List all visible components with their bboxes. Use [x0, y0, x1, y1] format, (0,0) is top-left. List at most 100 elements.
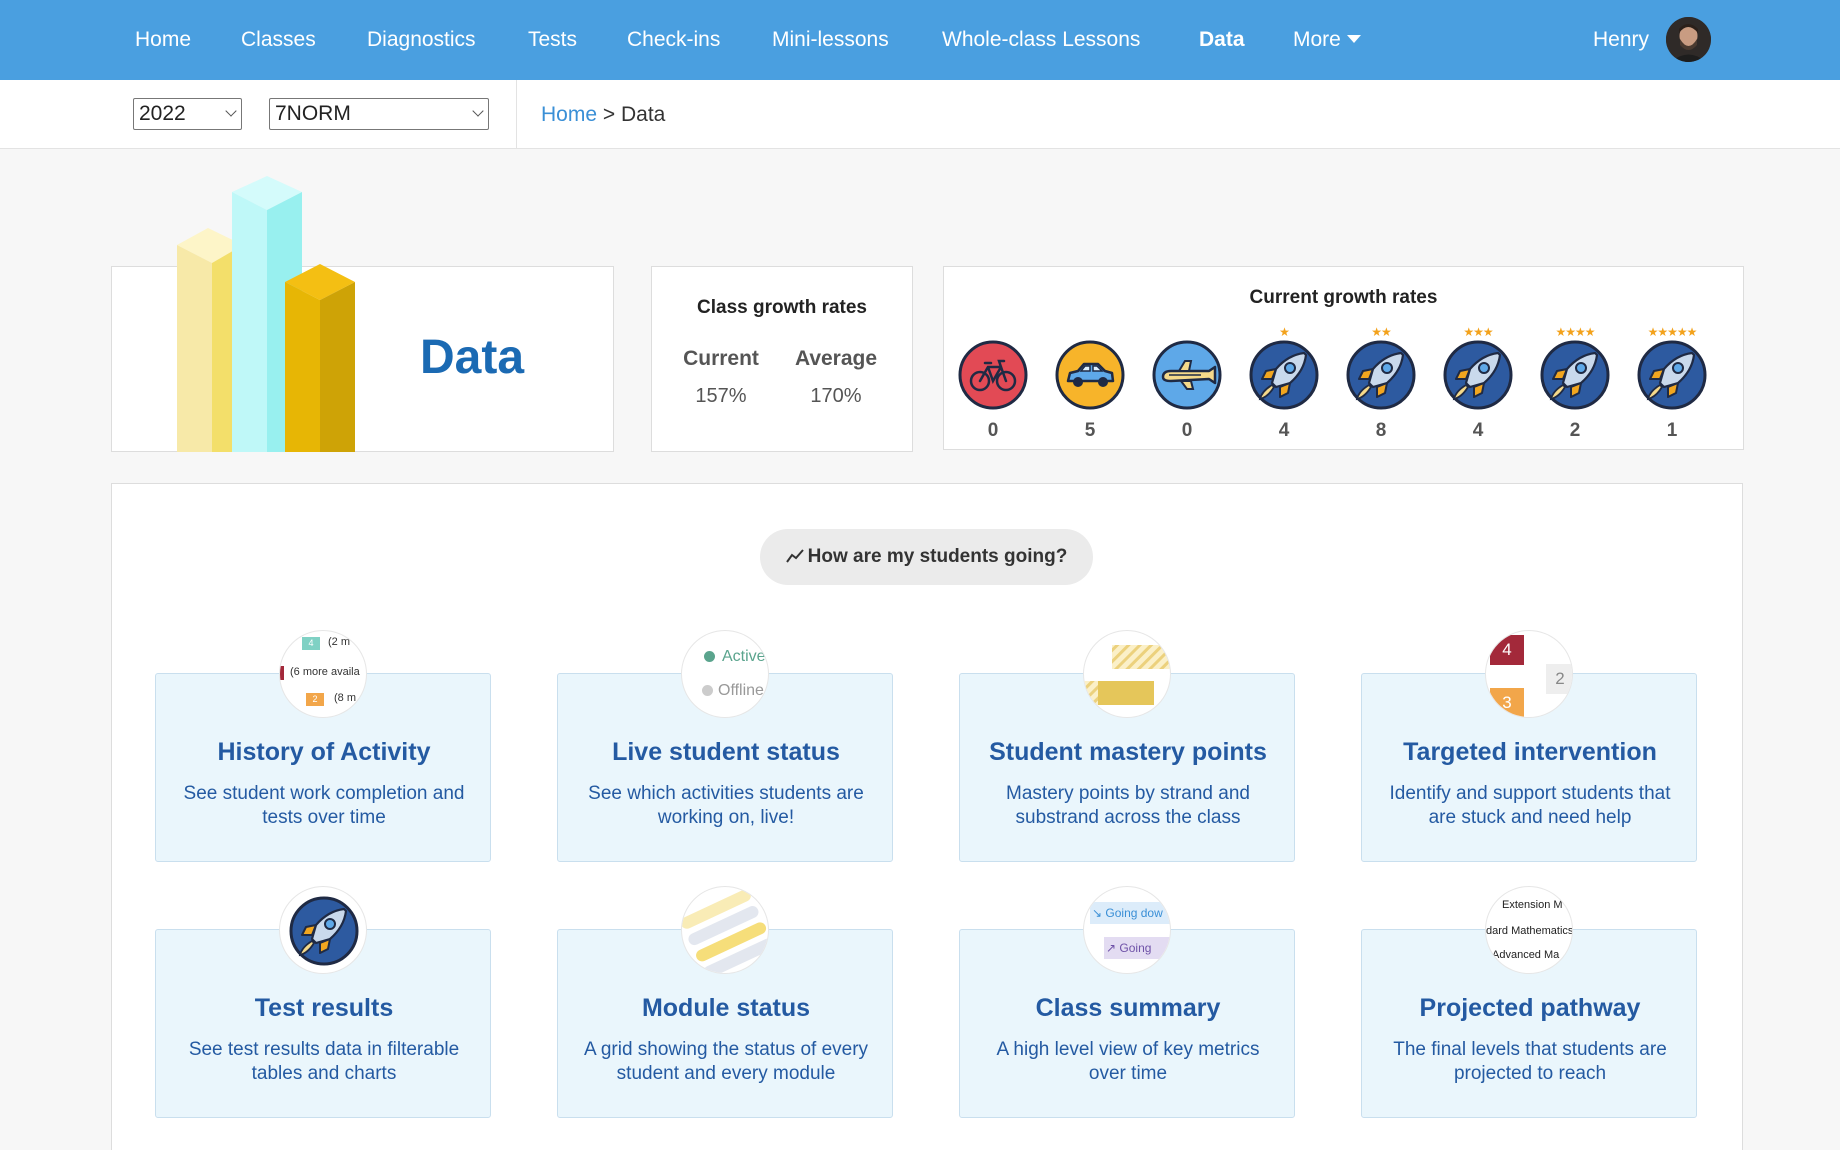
- nav-more[interactable]: More: [1293, 0, 1361, 80]
- car-icon: [1055, 340, 1125, 410]
- rocket-icon: [1637, 340, 1707, 410]
- rocket-icon: [289, 896, 359, 966]
- nav-check-ins[interactable]: Check-ins: [627, 0, 720, 80]
- breadcrumb-home-link[interactable]: Home: [541, 103, 597, 126]
- tile-description: A high level view of key metrics over ti…: [996, 1039, 1260, 1084]
- growth-rate-count: 0: [987, 420, 999, 441]
- average-growth-value: 170%: [810, 385, 862, 407]
- tile-title: Projected pathway: [1419, 994, 1641, 1022]
- rocket-icon: [1443, 340, 1513, 410]
- trend-down-icon: ↘: [1092, 906, 1106, 920]
- star-rating: [1147, 325, 1227, 339]
- star-rating: ★★★: [1463, 325, 1493, 339]
- star-rating: ★★: [1371, 325, 1392, 339]
- growth-rate-count: 5: [1084, 420, 1096, 441]
- nav-classes[interactable]: Classes: [241, 0, 316, 80]
- nav-home[interactable]: Home: [135, 0, 191, 80]
- trend-line-icon: [785, 549, 804, 563]
- nav-whole-class-lessons[interactable]: Whole-class Lessons: [942, 0, 1140, 80]
- grid-icon: [682, 889, 768, 973]
- growth-rate-rocket-1[interactable]: ★ 4: [1244, 325, 1324, 442]
- growth-rate-rocket-4[interactable]: ★★★★ 2: [1535, 325, 1615, 442]
- year-select[interactable]: 2022: [133, 98, 242, 130]
- user-name[interactable]: Henry: [1593, 0, 1649, 80]
- tile-description: The final levels that students are proje…: [1393, 1039, 1667, 1084]
- class-summary-preview-icon: ↘ Going dow ↗ Going: [1083, 886, 1171, 974]
- star-rating: [953, 325, 1033, 339]
- rocket-icon: [1249, 340, 1319, 410]
- pill-label: How are my students going?: [807, 546, 1068, 567]
- test-results-preview-icon: [279, 886, 367, 974]
- pathway-preview-icon: Extension M dard Mathematics Advanced Ma: [1485, 886, 1573, 974]
- filter-bar: 2022 7NORM Home > Data: [0, 80, 1840, 149]
- current-growth-value: 157%: [695, 385, 747, 407]
- tile-description: A grid showing the status of every stude…: [583, 1039, 869, 1084]
- preview-text: (2 m: [328, 636, 350, 648]
- mastery-preview-icon: [1083, 630, 1171, 718]
- tile-title: Student mastery points: [989, 738, 1267, 766]
- offline-label: Offline: [718, 682, 764, 699]
- offline-dot-icon: [702, 685, 713, 696]
- going-down-label: Going dow: [1105, 906, 1163, 920]
- history-preview-icon: 4 (2 m (6 more availa 2 (8 m: [279, 630, 367, 718]
- how-are-students-going-button[interactable]: How are my students going?: [760, 529, 1093, 585]
- live-status-preview-icon: Active Offline: [681, 630, 769, 718]
- star-rating: [1050, 325, 1130, 339]
- count-badge: 4: [302, 637, 320, 650]
- nav-more-label: More: [1293, 28, 1341, 51]
- class-select-value: 7NORM: [275, 102, 351, 125]
- year-select-value: 2022: [139, 102, 186, 125]
- tile-title: Targeted intervention: [1403, 738, 1657, 766]
- class-select[interactable]: 7NORM: [269, 98, 489, 130]
- nav-mini-lessons[interactable]: Mini-lessons: [772, 0, 889, 80]
- star-rating: ★★★★: [1555, 325, 1595, 339]
- tile-description: Identify and support students that are s…: [1389, 783, 1671, 828]
- trend-up-icon: ↗: [1106, 941, 1120, 955]
- growth-rate-count: 8: [1375, 420, 1387, 441]
- tile-description: See which activities students are workin…: [588, 783, 864, 828]
- tile-description: Mastery points by strand and substrand a…: [1006, 783, 1250, 828]
- plane-icon: [1152, 340, 1222, 410]
- nav-data[interactable]: Data: [1199, 0, 1245, 80]
- breadcrumb: Home > Data: [541, 80, 665, 149]
- rocket-icon: [1346, 340, 1416, 410]
- growth-rate-plane[interactable]: 0: [1147, 325, 1227, 442]
- breadcrumb-separator: >: [602, 103, 616, 126]
- average-growth-label: Average: [794, 347, 878, 370]
- rocket-icon: [1540, 340, 1610, 410]
- divider: [516, 80, 517, 149]
- going-up-row: ↗ Going: [1104, 937, 1170, 959]
- class-growth-title: Class growth rates: [697, 297, 867, 318]
- avatar[interactable]: [1666, 17, 1711, 62]
- nav-diagnostics[interactable]: Diagnostics: [367, 0, 476, 80]
- count-badge: 3: [1490, 688, 1524, 717]
- bar-chart-illustration: [177, 176, 355, 452]
- growth-rate-rocket-2[interactable]: ★★ 8: [1341, 325, 1421, 442]
- striped-bar-icon: [1084, 645, 1170, 705]
- bicycle-icon: [958, 340, 1028, 410]
- star-rating: ★★★★★: [1647, 325, 1698, 339]
- growth-rate-count: 4: [1472, 420, 1484, 441]
- pathway-level-label: Advanced Ma: [1492, 949, 1560, 961]
- pathway-level-label: Extension M: [1502, 899, 1563, 911]
- tile-title: Test results: [254, 994, 394, 1022]
- growth-rate-bicycle[interactable]: 0: [953, 325, 1033, 442]
- intervention-preview-icon: 4 2 3: [1485, 630, 1573, 718]
- growth-rate-count: 4: [1278, 420, 1290, 441]
- nav-tests[interactable]: Tests: [528, 0, 577, 80]
- caret-down-icon: [1346, 35, 1361, 43]
- growth-rate-car[interactable]: 5: [1050, 325, 1130, 442]
- module-status-preview-icon: [681, 886, 769, 974]
- current-growth-stat: Current 157%: [666, 347, 776, 408]
- top-nav: Home Classes Diagnostics Tests Check-ins…: [0, 0, 1840, 80]
- breadcrumb-current: Data: [620, 103, 666, 126]
- active-label: Active: [722, 648, 766, 665]
- growth-rate-count: 2: [1569, 420, 1581, 441]
- average-growth-stat: Average 170%: [781, 347, 891, 408]
- chevron-down-icon: [225, 105, 237, 117]
- growth-rate-rocket-5[interactable]: ★★★★★ 1: [1632, 325, 1712, 442]
- pathway-level-label: dard Mathematics: [1486, 925, 1573, 937]
- page-title: Data: [420, 331, 525, 384]
- growth-rate-rocket-3[interactable]: ★★★ 4: [1438, 325, 1518, 442]
- tile-title: History of Activity: [217, 738, 431, 766]
